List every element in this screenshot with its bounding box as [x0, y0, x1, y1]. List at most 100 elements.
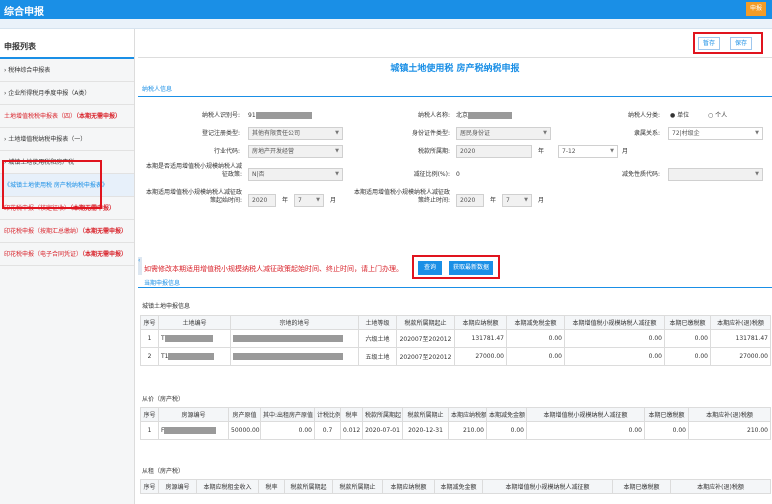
exempt-code-select[interactable]: ▼ [668, 168, 763, 181]
column-header: 土地编号 [158, 315, 231, 330]
column-header: 序号 [140, 479, 159, 494]
column-header: 本期已缴税额 [612, 479, 671, 494]
column-header: 房源编号 [158, 479, 197, 494]
column-header: 税款所属期起 [362, 407, 403, 422]
sidebar-item-enterprise-income[interactable]: › 企业所得税月季度申报（A类） [0, 82, 134, 105]
chevron-down-icon: ▼ [316, 197, 320, 203]
start-month-select[interactable]: 7 ▼ [294, 194, 324, 207]
column-header: 本期应纳税额 [382, 479, 435, 494]
highlight-sidebar [2, 160, 102, 209]
table-cell: 1 [140, 421, 159, 440]
policy-notice: 如需修改本期适用增值税小规模纳税人减征政策起始时间、终止时间，请上门办理。 [144, 265, 403, 273]
radio-unit[interactable]: ● 单位 [670, 109, 689, 122]
industry-value: 房地产开发经营 [252, 148, 295, 155]
reg-type-label: 登记注册类型: [201, 130, 240, 137]
period-year-input[interactable]: 2020 [456, 145, 532, 158]
app-title: 综合申报 [4, 7, 44, 18]
table-cell: 131781.47 [710, 329, 771, 348]
declare-button[interactable]: 申报 [746, 2, 766, 16]
start-year-input[interactable]: 2020 [248, 194, 276, 207]
end-year-input[interactable]: 2020 [456, 194, 484, 207]
table-cell: 0.00 [526, 421, 645, 440]
table-cell: 27000.00 [710, 347, 771, 366]
taxpayer-type-label: 纳税人分类: [627, 112, 660, 119]
id-type-label: 身份证件类型: [411, 130, 450, 137]
reduce-ratio-value: 0 [456, 171, 460, 178]
table-row: 2 T1 五级土地 202007至202012 27000.00 0.00 0.… [140, 347, 771, 366]
end-month-unit: 月 [538, 197, 545, 204]
radio-person-label: 个人 [715, 112, 728, 119]
sidebar-item-note: （本期无需申报） [76, 113, 122, 120]
chevron-down-icon: ▼ [610, 148, 614, 154]
column-header: 本期减免金额 [486, 407, 527, 422]
column-header: 本期增值税小规模纳税人减征额 [526, 407, 645, 422]
taxpayer-name-value: 北京 [456, 109, 513, 122]
column-header: 本期减免金额 [434, 479, 483, 494]
period-label: 税款所属期: [417, 148, 450, 155]
chevron-down-icon: ▼ [524, 197, 528, 203]
end-year-unit: 年 [490, 197, 497, 204]
collapse-handle[interactable]: ‹ [138, 257, 142, 275]
rental-table: 序号 房源编号 本期应税租金收入 税率 税款所属期起 税款所属期止 本期应纳税额… [140, 479, 771, 494]
chevron-down-icon: ▼ [543, 130, 547, 136]
rental-section-title: 从租（房产税） [142, 468, 185, 475]
column-header: 宗地的地号 [230, 315, 359, 330]
period-month-value: 7-12 [562, 148, 576, 155]
column-header: 本期应纳税额 [448, 407, 487, 422]
start-month-unit: 月 [330, 197, 337, 204]
sidebar-item-stamp-periodic[interactable]: 印花税申报（按期汇总缴纳）（本期无需申报） [0, 220, 134, 243]
start-month-value: 7 [298, 197, 302, 204]
end-month-select[interactable]: 7 ▼ [502, 194, 532, 207]
table-cell [230, 347, 359, 366]
top-bar: 综合申报 申报 [0, 0, 772, 19]
column-header: 房源编号 [158, 407, 229, 422]
month-unit: 月 [622, 148, 629, 155]
id-type-select[interactable]: 居民身份证 ▼ [456, 127, 551, 140]
affiliation-value: 72|村级企 [672, 130, 700, 137]
table-row: 1 F 50000.00 0.00 0.7 0.012 2020-07-01 2… [140, 421, 771, 440]
valued-table: 序号 房源编号 房产原值 其中:出租房产原值 计税比例 税率 税款所属期起 税款… [140, 407, 771, 440]
industry-select[interactable]: 房地产开发经营 ▼ [248, 145, 343, 158]
column-header: 税率 [340, 407, 363, 422]
table-row: 1 T 六级土地 202007至202012 131781.47 0.00 0.… [140, 329, 771, 348]
sidebar-item-land-vat-1[interactable]: › 土地增值税纳税申报表（一） [0, 128, 134, 151]
sidebar-item-land-vat-4[interactable]: 土地增值税税申报表（四）（本期无需申报） [0, 105, 134, 128]
taxpayer-id-label: 纳税人识别号: [201, 112, 240, 119]
column-header: 本期应补(退)税额 [710, 315, 771, 330]
reg-type-select[interactable]: 其他有限责任公司 ▼ [248, 127, 343, 140]
small-policy-select[interactable]: N|否 ▼ [248, 168, 343, 181]
taxpayer-name-text: 北京 [456, 112, 469, 119]
sidebar-item-note: （本期无需申报） [82, 251, 128, 258]
table-cell: 0.00 [664, 347, 711, 366]
column-header: 本期应补(退)税额 [670, 479, 771, 494]
column-header: 土地等级 [358, 315, 397, 330]
header-strip [0, 19, 772, 29]
sidebar-item-label: 印花税申报（电子合同凭证） [4, 251, 83, 258]
radio-person[interactable]: ○ 个人 [708, 109, 727, 122]
table-cell: T [158, 329, 231, 348]
table-cell: 210.00 [688, 421, 771, 440]
column-header: 本期应补(退)税额 [688, 407, 771, 422]
column-header: 本期应税租金收入 [196, 479, 259, 494]
valued-table-header: 序号 房源编号 房产原值 其中:出租房产原值 计税比例 税率 税款所属期起 税款… [140, 407, 771, 422]
sidebar-item-general[interactable]: › 税种综合申报表 [0, 59, 134, 82]
period-month-select[interactable]: 7-12 ▼ [558, 145, 618, 158]
sidebar-item-stamp-electronic[interactable]: 印花税申报（电子合同凭证）（本期无需申报） [0, 243, 134, 266]
taxpayer-id-value: 91 [248, 109, 312, 122]
highlight-toolbar [693, 32, 763, 54]
taxpayer-id-text: 91 [248, 112, 256, 119]
table-cell: 0.012 [340, 421, 363, 440]
sidebar-item-label: › 企业所得税月季度申报（A类） [4, 90, 91, 97]
table-cell: 131781.47 [454, 329, 507, 348]
table-cell: 0.00 [506, 329, 565, 348]
table-cell: 0.00 [564, 347, 665, 366]
affiliation-select[interactable]: 72|村级企 ▼ [668, 127, 763, 140]
tab-current-declaration[interactable]: 当期申报信息 [144, 278, 180, 287]
reg-type-value: 其他有限责任公司 [252, 130, 301, 137]
table-cell: 202007至202012 [396, 329, 455, 348]
table-cell: 0.00 [260, 421, 315, 440]
form-title: 城镇土地使用税 房产税纳税申报 [390, 64, 520, 74]
tab-taxpayer-info[interactable]: 纳税人信息 [142, 84, 172, 93]
column-header: 税款所属期止 [402, 407, 449, 422]
land-table-header: 序号 土地编号 宗地的地号 土地等级 税款所属期起止 本期应纳税额 本期减免税金… [140, 315, 771, 330]
